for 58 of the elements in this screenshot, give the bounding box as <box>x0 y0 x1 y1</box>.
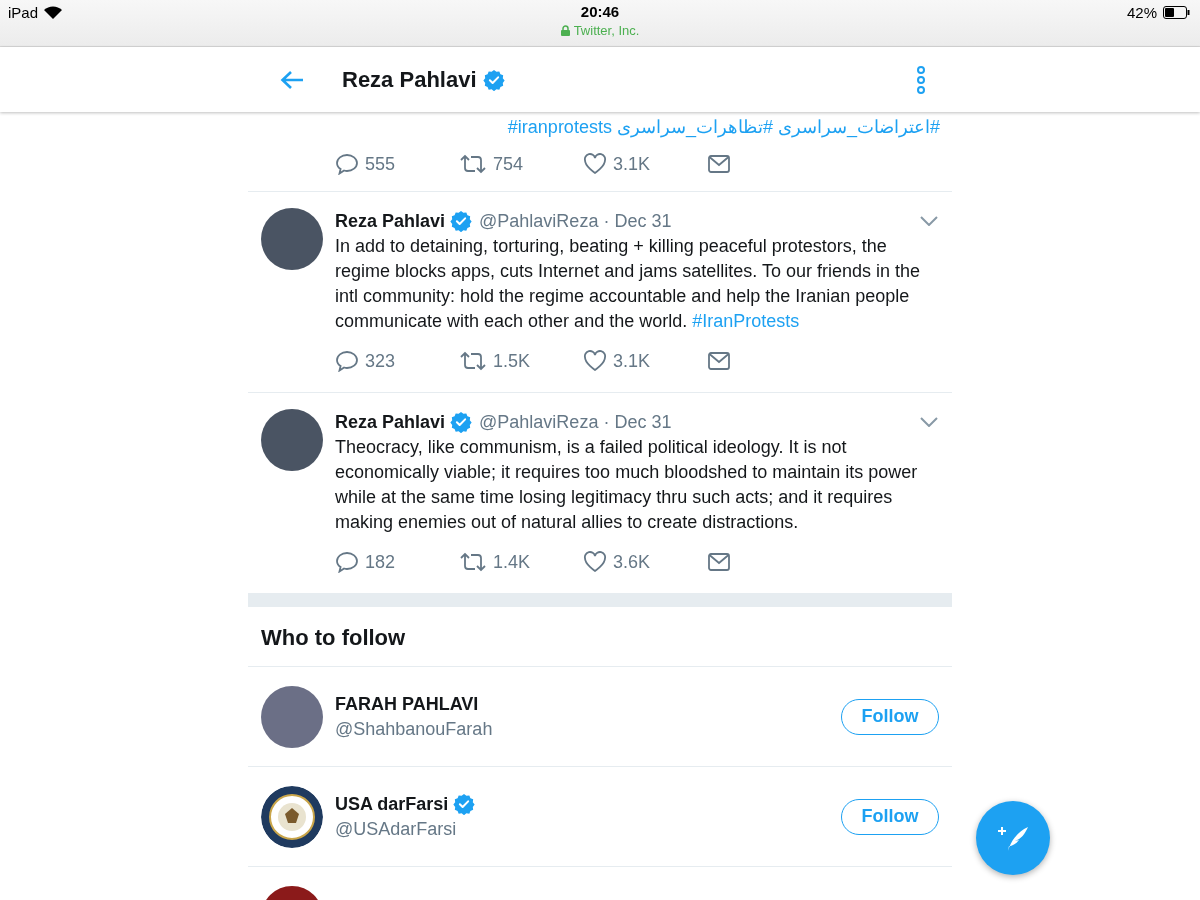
compose-tweet-button[interactable] <box>976 801 1050 875</box>
device-name: iPad <box>8 4 39 21</box>
heart-icon[interactable] <box>583 153 607 175</box>
follow-button[interactable]: Follow <box>841 698 939 735</box>
hashtag-link[interactable]: #اعتراضات_سراسری <box>777 117 940 137</box>
reply-icon[interactable] <box>335 153 359 175</box>
tweet-text: In add to detaining, torturing, beating + killing peaceful protestors, the regime blocks apps, cuts Internet and jams satellites. To our friends in the intl community: hold the regime accountable and help the Iranian people communicate with each other and the world. #IranProtests <box>335 235 921 333</box>
envelope-icon[interactable] <box>707 552 731 572</box>
like-count: 3.6K <box>613 551 651 573</box>
author-name[interactable]: Reza Pahlavi <box>335 411 446 433</box>
retweet-count: 1.5K <box>493 350 531 372</box>
reply-count: 182 <box>365 551 396 573</box>
account-name[interactable]: FARAH PAHLAVI <box>335 693 479 715</box>
battery-icon <box>1163 6 1190 19</box>
account-handle: @ShahbanouFarah <box>335 718 494 740</box>
retweet-count: 1.4K <box>493 551 531 573</box>
tweet-date: Dec 31 <box>614 210 672 232</box>
reply-count: 555 <box>365 153 396 175</box>
envelope-icon[interactable] <box>707 154 731 174</box>
separator-dot: · <box>603 411 610 433</box>
envelope-icon[interactable] <box>707 351 731 371</box>
account-name[interactable]: USA darFarsi <box>335 793 449 815</box>
heart-icon[interactable] <box>583 551 607 573</box>
author-handle: @PahlaviReza <box>479 411 599 433</box>
tweet-date: Dec 31 <box>614 411 672 433</box>
battery-percent: 42% <box>1126 4 1157 21</box>
more-icon <box>916 64 926 95</box>
retweet-icon[interactable] <box>459 350 487 372</box>
lock-icon <box>560 25 570 36</box>
hashtag-link[interactable]: #تظاهرات_سراسری <box>616 117 773 137</box>
reply-icon[interactable] <box>335 551 359 573</box>
follow-button[interactable]: Follow <box>841 798 939 835</box>
section-title: Who to follow <box>261 625 406 650</box>
clock-time: 20:46 <box>580 3 620 20</box>
reply-icon[interactable] <box>335 350 359 372</box>
back-button[interactable] <box>280 69 304 90</box>
account-handle: @USAdarFarsi <box>335 819 458 840</box>
separator-dot: · <box>603 210 610 232</box>
like-count: 3.1K <box>613 350 651 372</box>
more-options-button[interactable] <box>916 64 926 95</box>
retweet-icon[interactable] <box>459 153 487 175</box>
caret-icon[interactable] <box>920 216 938 226</box>
author-handle: @PahlaviReza <box>479 210 599 232</box>
hashtag-link[interactable]: #IranProtests <box>692 311 800 331</box>
author-name[interactable]: Reza Pahlavi <box>335 210 446 232</box>
reply-count: 323 <box>365 350 396 372</box>
caret-icon[interactable] <box>920 417 938 427</box>
like-count: 3.1K <box>613 153 651 175</box>
seal-avatar-icon[interactable] <box>261 785 323 848</box>
site-name: Twitter, Inc. <box>573 23 640 38</box>
wifi-icon <box>44 6 63 19</box>
back-arrow-icon <box>280 69 304 90</box>
retweet-icon[interactable] <box>459 551 487 573</box>
tweet-text: Theocracy, like communism, is a failed political ideology. It is not economically viable; it requires too much bloodshed to maintain its power while at the same time losing legitimacy thru such acts; and it requires making enemies out of natural allies to create distractions. <box>335 436 919 534</box>
hashtag-link[interactable]: #iranprotests <box>507 117 612 137</box>
retweet-count: 754 <box>493 153 524 175</box>
profile-title: Reza Pahlavi <box>342 66 477 93</box>
heart-icon[interactable] <box>583 350 607 372</box>
